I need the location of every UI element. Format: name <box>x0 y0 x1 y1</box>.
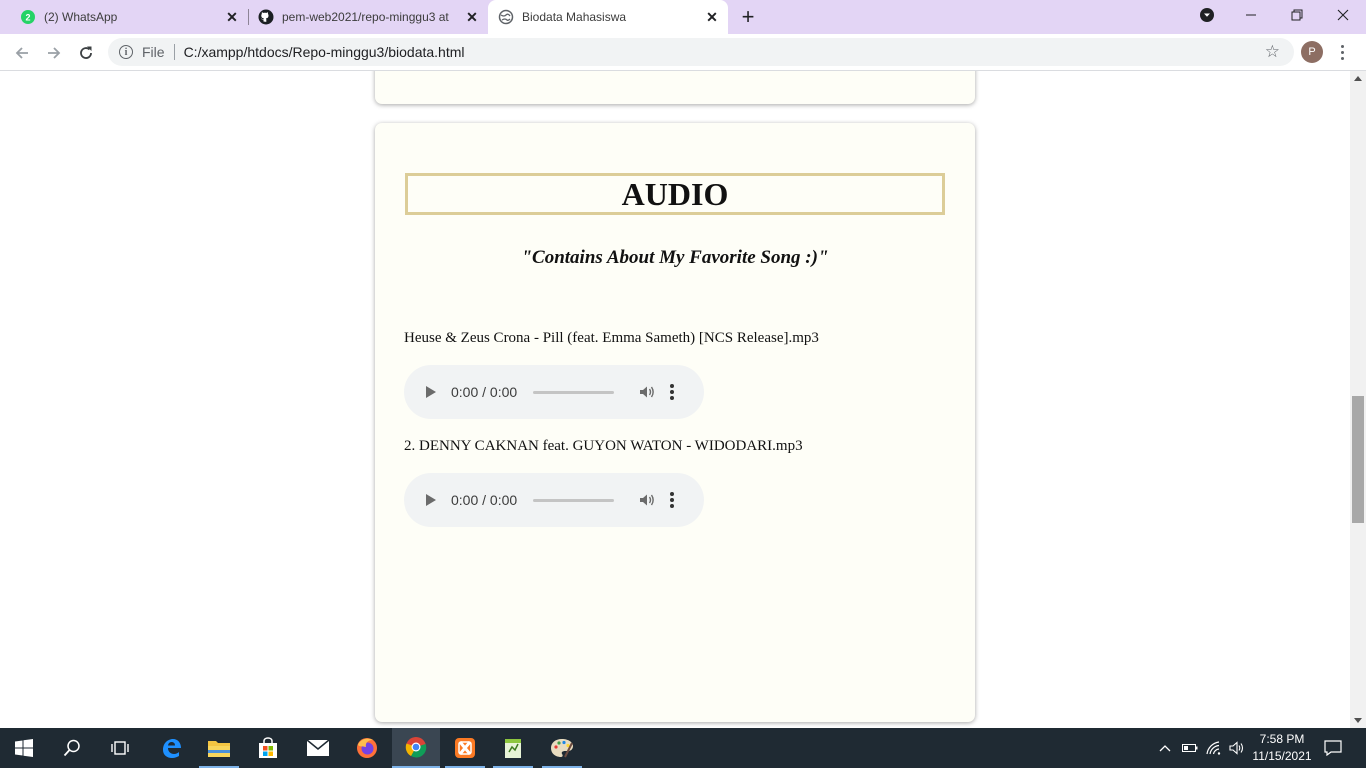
reload-icon <box>80 46 92 59</box>
tab-title: pem-web2021/repo-minggu3 at <box>282 10 449 24</box>
audio-time: 0:00 / 0:00 <box>451 492 518 508</box>
chevron-down-icon <box>1200 8 1214 22</box>
taskbar-xampp[interactable] <box>441 728 489 768</box>
clock-date: 11/15/2021 <box>1252 749 1312 763</box>
audio-seek-bar[interactable] <box>533 498 614 502</box>
more-options-icon[interactable] <box>670 384 674 400</box>
arrow-left-icon <box>15 47 28 59</box>
arrow-right-icon <box>48 47 61 59</box>
play-icon[interactable] <box>426 494 436 506</box>
reload-button[interactable] <box>72 39 100 67</box>
minimize-icon <box>1246 14 1256 16</box>
globe-icon <box>498 9 514 25</box>
windows-taskbar: 7:58 PM 11/15/2021 <box>0 728 1366 768</box>
taskbar-file-explorer[interactable] <box>195 728 243 768</box>
notification-icon <box>1324 740 1342 756</box>
taskbar-search-button[interactable] <box>48 728 96 768</box>
show-hidden-icons-button[interactable] <box>1156 728 1174 768</box>
scheme-label: File <box>142 44 165 60</box>
whatsapp-badge: 2 <box>25 13 30 23</box>
close-tab-icon[interactable]: ✕ <box>464 9 480 25</box>
audio-player-2[interactable]: 0:00 / 0:00 <box>404 473 704 527</box>
chrome-icon <box>405 737 427 758</box>
back-button[interactable] <box>8 39 36 67</box>
tab-whatsapp[interactable]: 2 (2) WhatsApp ✕ <box>0 0 249 34</box>
tab-biodata[interactable]: Biodata Mahasiswa ✕ <box>488 0 728 34</box>
taskbar-clock[interactable]: 7:58 PM 11/15/2021 <box>1244 731 1320 765</box>
task-view-button[interactable] <box>96 728 144 768</box>
page-viewport: AUDIO "Contains About My Favorite Song :… <box>0 71 1350 728</box>
audio-player-1[interactable]: 0:00 / 0:00 <box>404 365 704 419</box>
address-bar[interactable]: i File C:/xampp/htdocs/Repo-minggu3/biod… <box>108 38 1294 66</box>
search-icon <box>63 739 80 757</box>
xampp-icon <box>455 738 475 758</box>
tab-search-button[interactable] <box>1184 0 1230 30</box>
address-divider <box>173 44 175 60</box>
minimize-button[interactable] <box>1228 0 1274 30</box>
close-icon <box>1337 9 1349 21</box>
taskbar-paint[interactable] <box>538 728 586 768</box>
scroll-up-icon[interactable] <box>1354 76 1362 81</box>
github-icon <box>258 9 274 25</box>
tab-strip: 2 (2) WhatsApp ✕ pem-web2021/repo-minggu… <box>0 0 1366 34</box>
windows-start-button[interactable] <box>0 728 48 768</box>
action-center-button[interactable] <box>1322 728 1344 768</box>
info-icon[interactable]: i <box>119 45 133 59</box>
page-scrollbar[interactable] <box>1350 71 1366 728</box>
taskbar-mail[interactable] <box>294 728 342 768</box>
profile-avatar[interactable]: P <box>1301 41 1323 63</box>
clock-time: 7:58 PM <box>1259 732 1305 746</box>
scrollbar-thumb[interactable] <box>1352 396 1364 523</box>
volume-icon[interactable] <box>638 383 656 401</box>
url-text[interactable]: C:/xampp/htdocs/Repo-minggu3/biodata.htm… <box>184 44 465 60</box>
audio-seek-bar[interactable] <box>533 390 614 394</box>
more-options-icon[interactable] <box>670 492 674 508</box>
taskbar-edge[interactable] <box>147 728 195 768</box>
notepad-plus-icon <box>505 739 521 758</box>
speaker-icon <box>1229 741 1244 755</box>
firefox-icon <box>357 738 377 758</box>
song-label-1: Heuse & Zeus Crona - Pill (feat. Emma Sa… <box>404 330 819 346</box>
task-view-icon <box>111 741 129 755</box>
network-tray[interactable] <box>1204 728 1224 768</box>
store-icon <box>259 737 277 758</box>
play-icon[interactable] <box>426 386 436 398</box>
new-tab-button[interactable]: + <box>734 4 762 29</box>
taskbar-chrome[interactable] <box>392 728 440 768</box>
bookmark-star-icon[interactable]: ☆ <box>1265 43 1280 61</box>
volume-icon[interactable] <box>638 491 656 509</box>
whatsapp-icon: 2 <box>21 10 35 24</box>
previous-section-card <box>375 71 975 104</box>
wifi-icon <box>1206 741 1221 755</box>
tab-github[interactable]: pem-web2021/repo-minggu3 at ✕ <box>248 0 488 34</box>
audio-tagline: "Contains About My Favorite Song :)" <box>521 247 829 268</box>
restore-icon <box>1291 9 1303 21</box>
paint-icon <box>551 739 573 758</box>
tab-title: Biodata Mahasiswa <box>522 10 627 24</box>
file-explorer-icon <box>208 741 230 757</box>
audio-heading: AUDIO <box>405 173 945 215</box>
browser-toolbar: i File C:/xampp/htdocs/Repo-minggu3/biod… <box>0 34 1366 71</box>
restore-button[interactable] <box>1274 0 1320 30</box>
taskbar-notepad-plus[interactable] <box>489 728 537 768</box>
close-window-button[interactable] <box>1320 0 1366 30</box>
taskbar-store[interactable] <box>244 728 292 768</box>
song-label-2: 2. DENNY CAKNAN feat. GUYON WATON - WIDO… <box>404 438 803 454</box>
chevron-up-icon <box>1159 745 1171 752</box>
scroll-down-icon[interactable] <box>1354 718 1362 723</box>
battery-tray[interactable] <box>1180 728 1200 768</box>
close-tab-icon[interactable]: ✕ <box>224 9 240 25</box>
tab-title: (2) WhatsApp <box>44 10 118 24</box>
audio-time: 0:00 / 0:00 <box>451 384 518 400</box>
browser-menu-icon[interactable] <box>1334 41 1350 63</box>
windows-start-icon <box>15 739 33 757</box>
taskbar-firefox[interactable] <box>343 728 391 768</box>
battery-icon <box>1182 744 1198 752</box>
edge-icon <box>163 739 181 758</box>
audio-section-card: AUDIO "Contains About My Favorite Song :… <box>375 123 975 722</box>
forward-button[interactable] <box>40 39 68 67</box>
close-tab-icon[interactable]: ✕ <box>704 9 720 25</box>
mail-icon <box>306 739 330 756</box>
